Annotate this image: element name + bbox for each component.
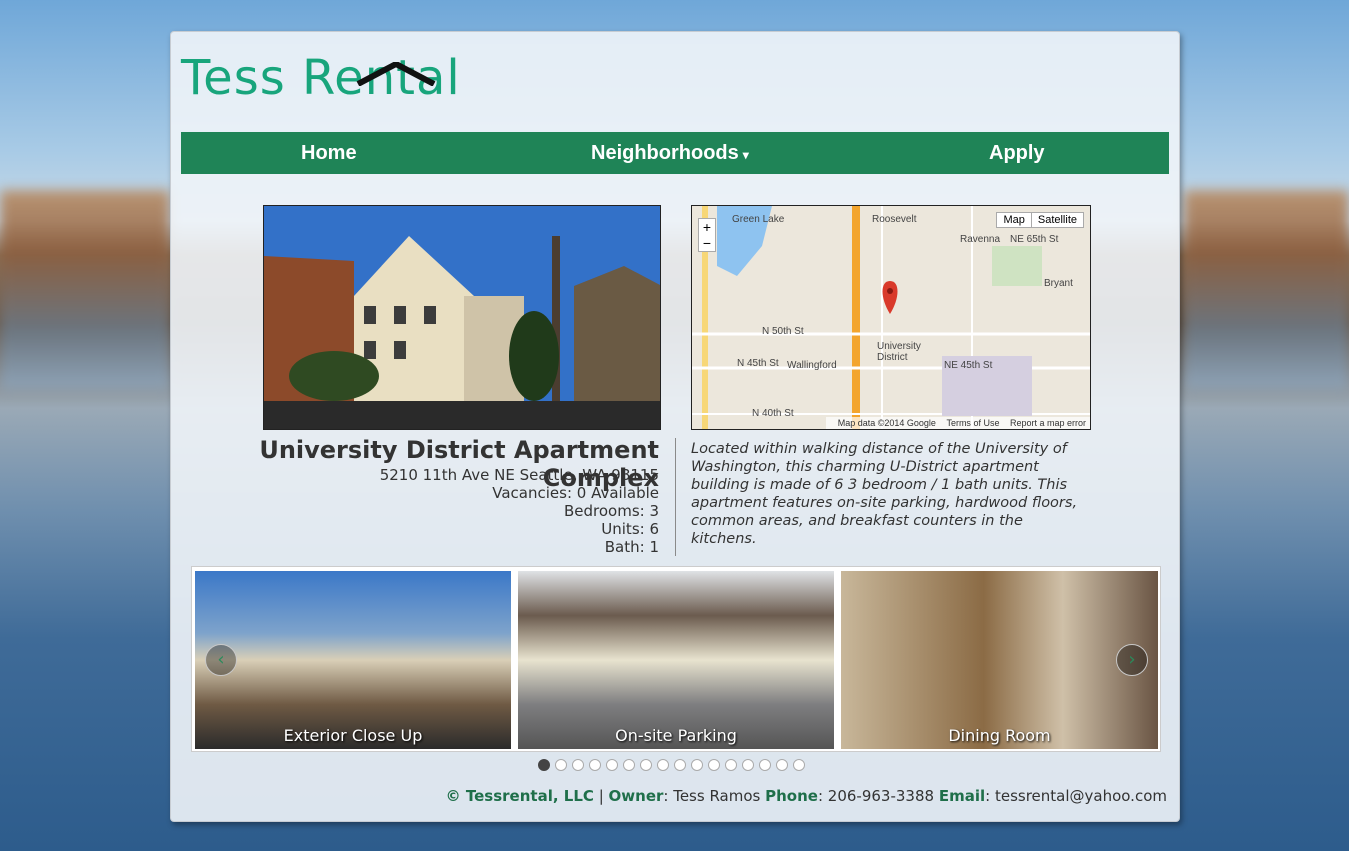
site-logo[interactable]: Tess Rental: [181, 50, 461, 110]
carousel-indicator-dot[interactable]: [589, 759, 601, 771]
listing-units: Units: 6: [601, 520, 659, 538]
carousel-indicator-dot[interactable]: [793, 759, 805, 771]
map-label-university-district: University District: [877, 341, 921, 363]
map-zoom-controls: + −: [698, 218, 716, 252]
carousel-indicator-dot[interactable]: [691, 759, 703, 771]
footer-owner-label: Owner: [608, 787, 664, 805]
footer: © Tessrental, LLC | Owner: Tess Ramos Ph…: [446, 787, 1167, 805]
location-map[interactable]: + − Map Satellite Green Lake Roosevelt R…: [691, 205, 1091, 430]
listing-description: Located within walking distance of the U…: [691, 441, 1078, 547]
vertical-divider: [675, 438, 676, 556]
footer-separator: |: [598, 787, 604, 805]
carousel-slide-exterior[interactable]: Exterior Close Up: [195, 571, 511, 749]
map-label-bryant: Bryant: [1044, 278, 1073, 289]
map-button[interactable]: Map: [997, 213, 1030, 227]
carousel-indicator-dot[interactable]: [657, 759, 669, 771]
map-report-link[interactable]: Report a map error: [1010, 418, 1086, 428]
slide-caption: Dining Room: [948, 726, 1051, 745]
house-photo-illustration: [264, 206, 660, 429]
carousel-indicator-dot[interactable]: [674, 759, 686, 771]
footer-owner-value: : Tess Ramos: [663, 787, 761, 805]
carousel-indicator-dot[interactable]: [606, 759, 618, 771]
carousel-indicator-dot[interactable]: [623, 759, 635, 771]
carousel-indicator-dot[interactable]: [555, 759, 567, 771]
carousel-prev-button[interactable]: ‹: [205, 644, 237, 676]
carousel-indicator-dot[interactable]: [776, 759, 788, 771]
map-label-ne45: NE 45th St: [944, 360, 993, 371]
slide-caption: On-site Parking: [615, 726, 737, 745]
background-scenery-left: [0, 190, 170, 390]
map-label-n45: N 45th St: [737, 358, 779, 369]
carousel-indicator-dot[interactable]: [572, 759, 584, 771]
map-label-roosevelt: Roosevelt: [872, 214, 917, 225]
satellite-button[interactable]: Satellite: [1030, 213, 1083, 227]
footer-company: © Tessrental, LLC: [445, 787, 594, 805]
nav-home[interactable]: Home: [301, 142, 357, 165]
photo-carousel: Exterior Close Up On-site Parking Dining…: [191, 566, 1161, 752]
footer-phone-label: Phone: [765, 787, 818, 805]
map-label-ravenna: Ravenna: [960, 234, 1001, 245]
listing-vacancies: Vacancies: 0 Available: [492, 484, 659, 502]
background-scenery-right: [1184, 190, 1349, 390]
carousel-indicator-dot[interactable]: [742, 759, 754, 771]
zoom-out-button[interactable]: −: [699, 235, 715, 251]
map-label-ne65: NE 65th St: [1010, 234, 1059, 245]
carousel-next-button[interactable]: ›: [1116, 644, 1148, 676]
nav-neighborhoods-dropdown[interactable]: Neighborhoods ▾: [591, 142, 749, 165]
footer-email-value[interactable]: : tessrental@yahoo.com: [985, 787, 1167, 805]
roof-icon: [356, 62, 436, 86]
property-photo: [263, 205, 661, 430]
map-type-toggle: Map Satellite: [996, 212, 1084, 228]
carousel-slide-dining[interactable]: Dining Room: [841, 571, 1158, 749]
map-label-n40: N 40th St: [752, 408, 794, 419]
map-attribution: Map data ©2014 Google Terms of Use Repor…: [825, 417, 1090, 429]
carousel-indicator-dot[interactable]: [538, 759, 550, 771]
footer-phone-value: : 206-963-3388: [817, 787, 935, 805]
listing-bedrooms: Bedrooms: 3: [563, 502, 659, 520]
map-label-wallingford: Wallingford: [787, 360, 837, 371]
listing-bath: Bath: 1: [604, 538, 659, 556]
caret-down-icon: ▾: [742, 148, 749, 162]
carousel-indicator-dot[interactable]: [759, 759, 771, 771]
map-data-credit: Map data ©2014 Google: [837, 418, 936, 428]
zoom-in-button[interactable]: +: [699, 219, 715, 235]
carousel-indicator-dot[interactable]: [725, 759, 737, 771]
footer-email-label: Email: [938, 787, 986, 805]
main-card: Tess Rental Home Neighborhoods ▾ Apply +…: [170, 31, 1180, 822]
nav-apply[interactable]: Apply: [989, 142, 1045, 165]
map-label-n50: N 50th St: [762, 326, 804, 337]
carousel-slide-parking[interactable]: On-site Parking: [518, 571, 834, 749]
carousel-indicator-dot[interactable]: [708, 759, 720, 771]
map-terms-link[interactable]: Terms of Use: [946, 418, 999, 428]
listing-address: 5210 11th Ave NE Seattle, WA 98115: [379, 466, 659, 484]
listing-details: 5210 11th Ave NE Seattle, WA 98115 Vacan…: [181, 466, 659, 556]
map-label-green-lake: Green Lake: [732, 214, 785, 225]
carousel-indicator-dot[interactable]: [640, 759, 652, 771]
carousel-indicators: [538, 759, 805, 771]
slide-caption: Exterior Close Up: [283, 726, 423, 745]
main-nav: Home Neighborhoods ▾ Apply: [181, 132, 1169, 174]
